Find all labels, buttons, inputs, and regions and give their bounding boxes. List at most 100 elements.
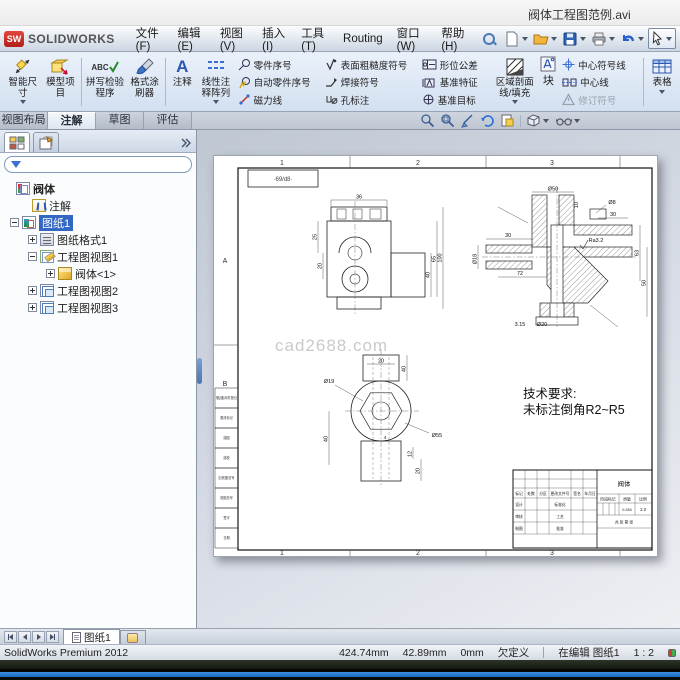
center-mark-button[interactable]: 中心符号线 bbox=[562, 57, 639, 72]
area-hatch-fill-button[interactable]: 区域剖面线/填充 bbox=[493, 54, 537, 110]
tree-filter-input[interactable] bbox=[4, 156, 192, 173]
sheet-tab-1[interactable]: 图纸1 bbox=[63, 629, 120, 644]
hide-show-items-button[interactable] bbox=[556, 115, 582, 127]
balloon-button[interactable]: 零件序号 bbox=[238, 57, 321, 72]
svg-text:0.284: 0.284 bbox=[622, 508, 632, 512]
first-sheet-button[interactable] bbox=[4, 631, 17, 643]
tab-evaluate[interactable]: 评估 bbox=[144, 112, 192, 129]
search-icon[interactable] bbox=[481, 31, 493, 47]
letter-a-glyph: A bbox=[176, 57, 188, 77]
svg-text:30: 30 bbox=[505, 233, 511, 239]
feature-manager-tab[interactable] bbox=[4, 132, 30, 152]
datum-target-label: 基准目标 bbox=[438, 93, 476, 107]
expand-icon[interactable] bbox=[28, 286, 37, 295]
dropdown-caret-icon bbox=[213, 100, 219, 104]
tree-item-part[interactable]: 阀体<1> bbox=[2, 265, 194, 282]
title-bar: 阀体工程图范例.avi bbox=[0, 0, 680, 26]
svg-text:40: 40 bbox=[324, 436, 330, 442]
hole-callout-label: 孔标注 bbox=[341, 93, 370, 107]
tree-item-drawing-view1[interactable]: 工程图视图1 bbox=[2, 248, 194, 265]
model-items-label: 模型项目 bbox=[43, 78, 79, 99]
previous-view-icon[interactable] bbox=[460, 113, 475, 128]
auto-balloon-button[interactable]: 自动零件序号 bbox=[238, 75, 321, 90]
collapse-icon[interactable] bbox=[10, 218, 19, 227]
hole-callout-button[interactable]: 孔标注 bbox=[325, 92, 418, 107]
menu-routing[interactable]: Routing bbox=[336, 30, 390, 48]
tree-item-root[interactable]: 阀体 bbox=[2, 180, 194, 197]
tree-item-drawing-view2[interactable]: 工程图视图2 bbox=[2, 282, 194, 299]
watermark: cad2688.com bbox=[275, 336, 388, 355]
tree-item-drawing-view3[interactable]: 工程图视图3 bbox=[2, 299, 194, 316]
tables-button[interactable]: 表格 bbox=[646, 54, 678, 110]
expand-icon[interactable] bbox=[46, 269, 55, 278]
datum-feature-button[interactable]: 基准特征 bbox=[422, 75, 491, 90]
svg-text:63: 63 bbox=[635, 250, 641, 256]
quick-tips-indicator-icon[interactable] bbox=[668, 649, 676, 657]
property-manager-tab[interactable] bbox=[33, 132, 59, 152]
open-document-button[interactable] bbox=[532, 29, 560, 49]
note-button[interactable]: A 注释 bbox=[168, 54, 196, 110]
tab-view-layout[interactable]: 视图布局 bbox=[0, 112, 48, 129]
expand-icon[interactable] bbox=[28, 303, 37, 312]
menu-edit[interactable]: 编辑(E) bbox=[171, 22, 213, 56]
svg-text:Ra3.2: Ra3.2 bbox=[589, 238, 604, 244]
menu-tools[interactable]: 工具(T) bbox=[294, 22, 336, 56]
zoom-to-fit-icon[interactable] bbox=[420, 113, 435, 128]
balloon-group: 零件序号 自动零件序号 磁力线 bbox=[236, 54, 323, 110]
menu-window[interactable]: 窗口(W) bbox=[390, 22, 435, 56]
menu-view[interactable]: 视图(V) bbox=[213, 22, 255, 56]
add-sheet-tab[interactable] bbox=[120, 630, 146, 644]
zoom-to-area-icon[interactable] bbox=[440, 113, 455, 128]
geometric-tolerance-button[interactable]: 形位公差 bbox=[422, 57, 491, 72]
last-sheet-button[interactable] bbox=[46, 631, 59, 643]
svg-text:共 张 第 张: 共 张 第 张 bbox=[615, 520, 634, 525]
menu-bar: SW SOLIDWORKS 文件(F) 编辑(E) 视图(V) 插入(I) 工具… bbox=[0, 26, 680, 52]
quick-toolbar bbox=[503, 28, 676, 49]
new-document-button[interactable] bbox=[503, 29, 531, 49]
glasses-icon bbox=[556, 115, 572, 127]
linear-note-pattern-button[interactable]: 线性注释阵列 bbox=[196, 54, 236, 110]
drawing-sheet[interactable]: 1 2 3 1 2 3 A B ·69/d8· cad2688.com 技术要求… bbox=[213, 155, 658, 557]
surface-finish-button[interactable]: 表面粗糙度符号 bbox=[325, 57, 418, 72]
menu-help[interactable]: 帮助(H) bbox=[434, 22, 477, 56]
panel-splitter-handle[interactable] bbox=[197, 358, 202, 384]
previous-sheet-button[interactable] bbox=[18, 631, 31, 643]
tab-sketch[interactable]: 草图 bbox=[96, 112, 144, 129]
graphics-area[interactable]: 1 2 3 1 2 3 A B ·69/d8· cad2688.com 技术要求… bbox=[197, 130, 680, 628]
print-button[interactable] bbox=[590, 29, 618, 49]
spell-checker-button[interactable]: ABC 拼写检验程序 bbox=[84, 54, 126, 110]
3d-drawing-view-icon[interactable] bbox=[500, 113, 515, 128]
format-painter-button[interactable]: 格式涂刷器 bbox=[126, 54, 164, 110]
display-style-button[interactable] bbox=[526, 113, 551, 128]
select-tool-button[interactable] bbox=[648, 28, 676, 49]
tree-item-sheet1[interactable]: 图纸1 bbox=[2, 214, 194, 231]
svg-text:B: B bbox=[223, 381, 228, 388]
weld-symbol-button[interactable]: 焊接符号 bbox=[325, 75, 418, 90]
tab-annotation[interactable]: 注解 bbox=[48, 112, 96, 129]
next-sheet-button[interactable] bbox=[32, 631, 45, 643]
panel-expand-chevron-icon[interactable] bbox=[180, 138, 192, 148]
undo-button[interactable] bbox=[619, 29, 647, 49]
centerline-button[interactable]: 中心线 bbox=[562, 75, 639, 90]
block-button[interactable]: 块 bbox=[536, 54, 560, 110]
rotate-view-icon[interactable] bbox=[480, 113, 495, 128]
datum-feature-label: 基准特征 bbox=[440, 75, 478, 89]
expand-icon[interactable] bbox=[28, 235, 37, 244]
tree-item-sheet-format1[interactable]: 图纸格式1 bbox=[2, 231, 194, 248]
save-button[interactable] bbox=[561, 29, 589, 49]
cursor-x-coordinate: 424.74mm bbox=[339, 647, 389, 659]
tree-item-annotations[interactable]: 注解 bbox=[2, 197, 194, 214]
model-items-button[interactable]: 模型项目 bbox=[42, 54, 80, 110]
dropdown-caret-icon bbox=[580, 37, 586, 41]
svg-text:签名: 签名 bbox=[573, 491, 581, 496]
datum-target-button[interactable]: 基准目标 bbox=[422, 92, 491, 107]
magnetic-line-button[interactable]: 磁力线 bbox=[238, 92, 321, 107]
collapse-icon[interactable] bbox=[28, 252, 37, 261]
smart-dimension-button[interactable]: 智能尺寸 bbox=[4, 54, 42, 110]
menu-file[interactable]: 文件(F) bbox=[129, 22, 171, 56]
cursor-z-coordinate: 0mm bbox=[460, 647, 483, 659]
dropdown-caret-icon bbox=[543, 119, 549, 123]
revision-symbol-button[interactable]: 修订符号 bbox=[562, 92, 639, 107]
svg-text:3.15: 3.15 bbox=[515, 322, 526, 328]
menu-insert[interactable]: 插入(I) bbox=[255, 22, 294, 56]
